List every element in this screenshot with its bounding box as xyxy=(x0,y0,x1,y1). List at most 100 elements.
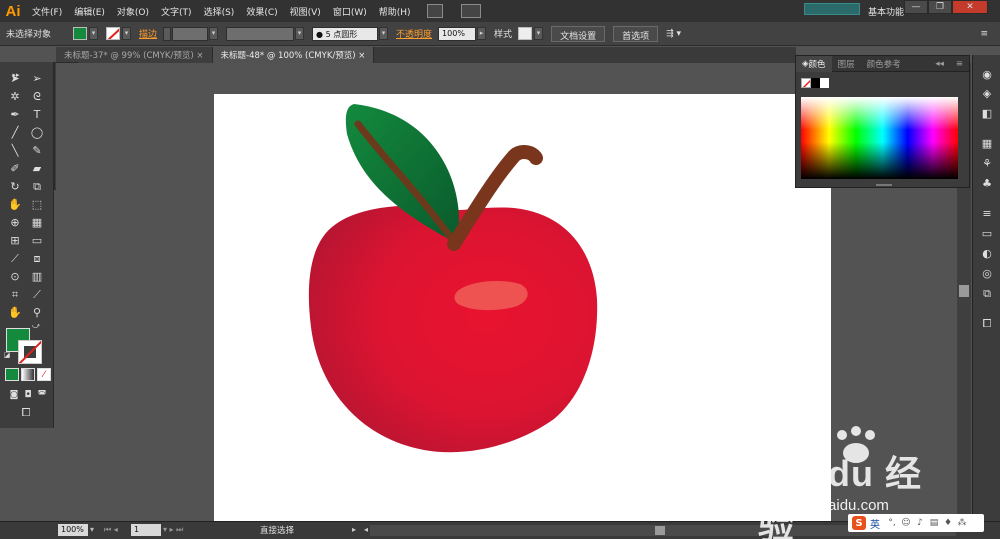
fill-color-swatch[interactable] xyxy=(73,27,88,40)
column-graph-tool-icon[interactable]: ▥ xyxy=(27,268,47,285)
tab-color[interactable]: ◈ 颜色 xyxy=(796,55,832,72)
stroke-color-swatch[interactable] xyxy=(106,27,121,40)
artboard-tool-icon[interactable]: ⌗ xyxy=(5,286,25,303)
mesh-tool-icon[interactable]: ⊞ xyxy=(5,232,25,249)
panel-resize-handle[interactable] xyxy=(876,184,892,186)
menu-edit[interactable]: 编辑(E) xyxy=(68,5,111,18)
tab-document-48[interactable]: 未标题-48* @ 100% (CMYK/预览) × xyxy=(212,47,375,63)
ime-keyboard-icon[interactable]: ▤ xyxy=(928,517,940,529)
close-button[interactable]: ✕ xyxy=(952,0,988,14)
brush-dropdown-icon[interactable]: ▾ xyxy=(379,27,389,40)
color-mode-icon[interactable] xyxy=(5,368,19,381)
menu-type[interactable]: 文字(T) xyxy=(155,5,198,18)
ime-skin-icon[interactable]: ♦ xyxy=(942,517,954,529)
layers-icon[interactable]: ◈ xyxy=(980,87,994,100)
tab-close-icon[interactable]: × xyxy=(196,51,203,61)
menu-help[interactable]: 帮助(H) xyxy=(373,5,417,18)
opacity-dropdown-icon[interactable]: ▸ xyxy=(477,27,487,40)
artboard[interactable] xyxy=(214,94,831,521)
brush-field[interactable]: ● 5 点圆形 xyxy=(312,26,379,41)
minimize-button[interactable]: — xyxy=(904,0,928,14)
menu-window[interactable]: 窗口(W) xyxy=(327,5,373,18)
tab-layers[interactable]: 图层 xyxy=(832,58,861,70)
ime-language[interactable]: 英 xyxy=(870,516,880,531)
perspective-grid-tool-icon[interactable]: ▦ xyxy=(27,214,47,231)
zoom-dropdown-icon[interactable]: ▾ xyxy=(90,525,94,534)
status-menu-icon[interactable]: ▸ xyxy=(352,525,356,534)
stroke-label[interactable]: 描边 xyxy=(139,27,157,40)
workspace-switcher[interactable]: 基本功能 xyxy=(868,5,904,18)
white-color-swatch[interactable] xyxy=(820,78,829,88)
symbol-sprayer-tool-icon[interactable]: ⊙ xyxy=(5,268,25,285)
menu-object[interactable]: 对象(O) xyxy=(111,5,155,18)
stroke-weight-stepper[interactable] xyxy=(163,26,172,41)
search-box[interactable] xyxy=(804,3,860,15)
preferences-button[interactable]: 首选项 xyxy=(613,25,659,42)
sogou-logo[interactable]: S xyxy=(852,516,866,530)
eraser-tool-icon[interactable]: ▰ xyxy=(27,160,47,177)
none-mode-icon[interactable]: ⁄ xyxy=(37,368,51,381)
fill-dropdown-icon[interactable]: ▾ xyxy=(89,27,99,40)
gradient-tool-icon[interactable]: ▭ xyxy=(27,232,47,249)
swatches-icon[interactable]: ▦ xyxy=(980,137,994,150)
hand-tool-icon[interactable]: ✋ xyxy=(5,304,25,321)
selection-tool-icon[interactable]: ➤ xyxy=(5,70,25,87)
tab-document-37[interactable]: 未标题-37* @ 99% (CMYK/预览) × xyxy=(56,47,213,63)
free-transform-tool-icon[interactable]: ⬚ xyxy=(27,196,47,213)
ime-voice-icon[interactable]: ♪ xyxy=(914,517,926,529)
draw-inside-icon[interactable]: ◚ xyxy=(32,386,52,403)
transparency-icon[interactable]: ◐ xyxy=(980,247,994,260)
color-spectrum[interactable] xyxy=(801,97,958,179)
blob-brush-tool-icon[interactable]: ✐ xyxy=(5,160,25,177)
align-options-icon[interactable]: ⇶ ▾ xyxy=(666,29,681,39)
warp-tool-icon[interactable]: ✋ xyxy=(5,196,25,213)
pencil-tool-icon[interactable]: ✎ xyxy=(27,142,47,159)
first-artboard-icon[interactable]: ⏮ ◂ xyxy=(104,525,118,535)
panel-menu-icon[interactable]: ≡ xyxy=(950,59,969,69)
graphic-style-swatch[interactable] xyxy=(518,27,533,40)
menu-select[interactable]: 选择(S) xyxy=(198,5,241,18)
magic-wand-tool-icon[interactable]: ✲ xyxy=(5,88,25,105)
zoom-tool-icon[interactable]: ⚲ xyxy=(27,304,47,321)
artboard-nav-icon[interactable]: ▾ ▸ ⏭ xyxy=(163,525,183,535)
eyedropper-tool-icon[interactable]: ⟋ xyxy=(5,250,25,267)
color-panel-icon[interactable]: ◉ xyxy=(980,68,994,81)
shape-builder-tool-icon[interactable]: ⊕ xyxy=(5,214,25,231)
swap-fill-stroke-icon[interactable]: ⤻ xyxy=(30,321,42,331)
opacity-label[interactable]: 不透明度 xyxy=(396,27,432,40)
slice-tool-icon[interactable]: ⟋ xyxy=(27,286,47,303)
bridge-icon[interactable] xyxy=(426,4,443,18)
collapse-panel-icon[interactable]: ◂◂ xyxy=(929,59,950,69)
arrange-documents-icon[interactable] xyxy=(460,4,481,18)
line-tool-icon[interactable]: ╱ xyxy=(5,124,25,141)
ime-emoji-icon[interactable]: ☺ xyxy=(900,517,912,529)
menu-file[interactable]: 文件(F) xyxy=(26,5,68,18)
black-color-swatch[interactable] xyxy=(811,78,820,88)
ellipse-tool-icon[interactable]: ◯ xyxy=(27,124,47,141)
panel-menu-icon[interactable]: ≡ xyxy=(980,29,988,39)
symbols-icon[interactable]: ♣ xyxy=(980,177,994,190)
variable-width-dropdown-icon[interactable]: ▾ xyxy=(295,27,305,40)
style-dropdown-icon[interactable]: ▾ xyxy=(534,27,544,40)
pen-tool-icon[interactable]: ✒ xyxy=(5,106,25,123)
zoom-field[interactable]: 100% xyxy=(58,524,88,536)
type-tool-icon[interactable]: T xyxy=(27,106,47,123)
opacity-field[interactable]: 100% xyxy=(438,26,477,41)
stroke-swatch[interactable] xyxy=(18,340,42,364)
tab-color-guide[interactable]: 颜色参考 xyxy=(861,58,907,70)
maximize-button[interactable]: ❐ xyxy=(928,0,952,14)
horizontal-scroll-thumb[interactable] xyxy=(655,526,665,535)
vertical-scroll-thumb[interactable] xyxy=(959,285,969,297)
graphic-styles-icon[interactable]: ⧉ xyxy=(980,287,994,300)
default-fill-stroke-icon[interactable]: ◪ xyxy=(2,350,12,360)
tab-close-icon[interactable]: × xyxy=(358,51,365,61)
brushes-icon[interactable]: ⚘ xyxy=(980,157,994,170)
screen-mode-icon[interactable]: ⧠ xyxy=(16,404,36,421)
document-setup-button[interactable]: 文档设置 xyxy=(551,25,606,42)
appearance-icon[interactable]: ◎ xyxy=(980,267,994,280)
scroll-left-icon[interactable]: ◂ xyxy=(364,525,368,534)
menu-view[interactable]: 视图(V) xyxy=(284,5,327,18)
stroke-dropdown-icon[interactable]: ▾ xyxy=(122,27,132,40)
menu-effect[interactable]: 效果(C) xyxy=(240,5,283,18)
gradient-icon[interactable]: ▭ xyxy=(980,227,994,240)
